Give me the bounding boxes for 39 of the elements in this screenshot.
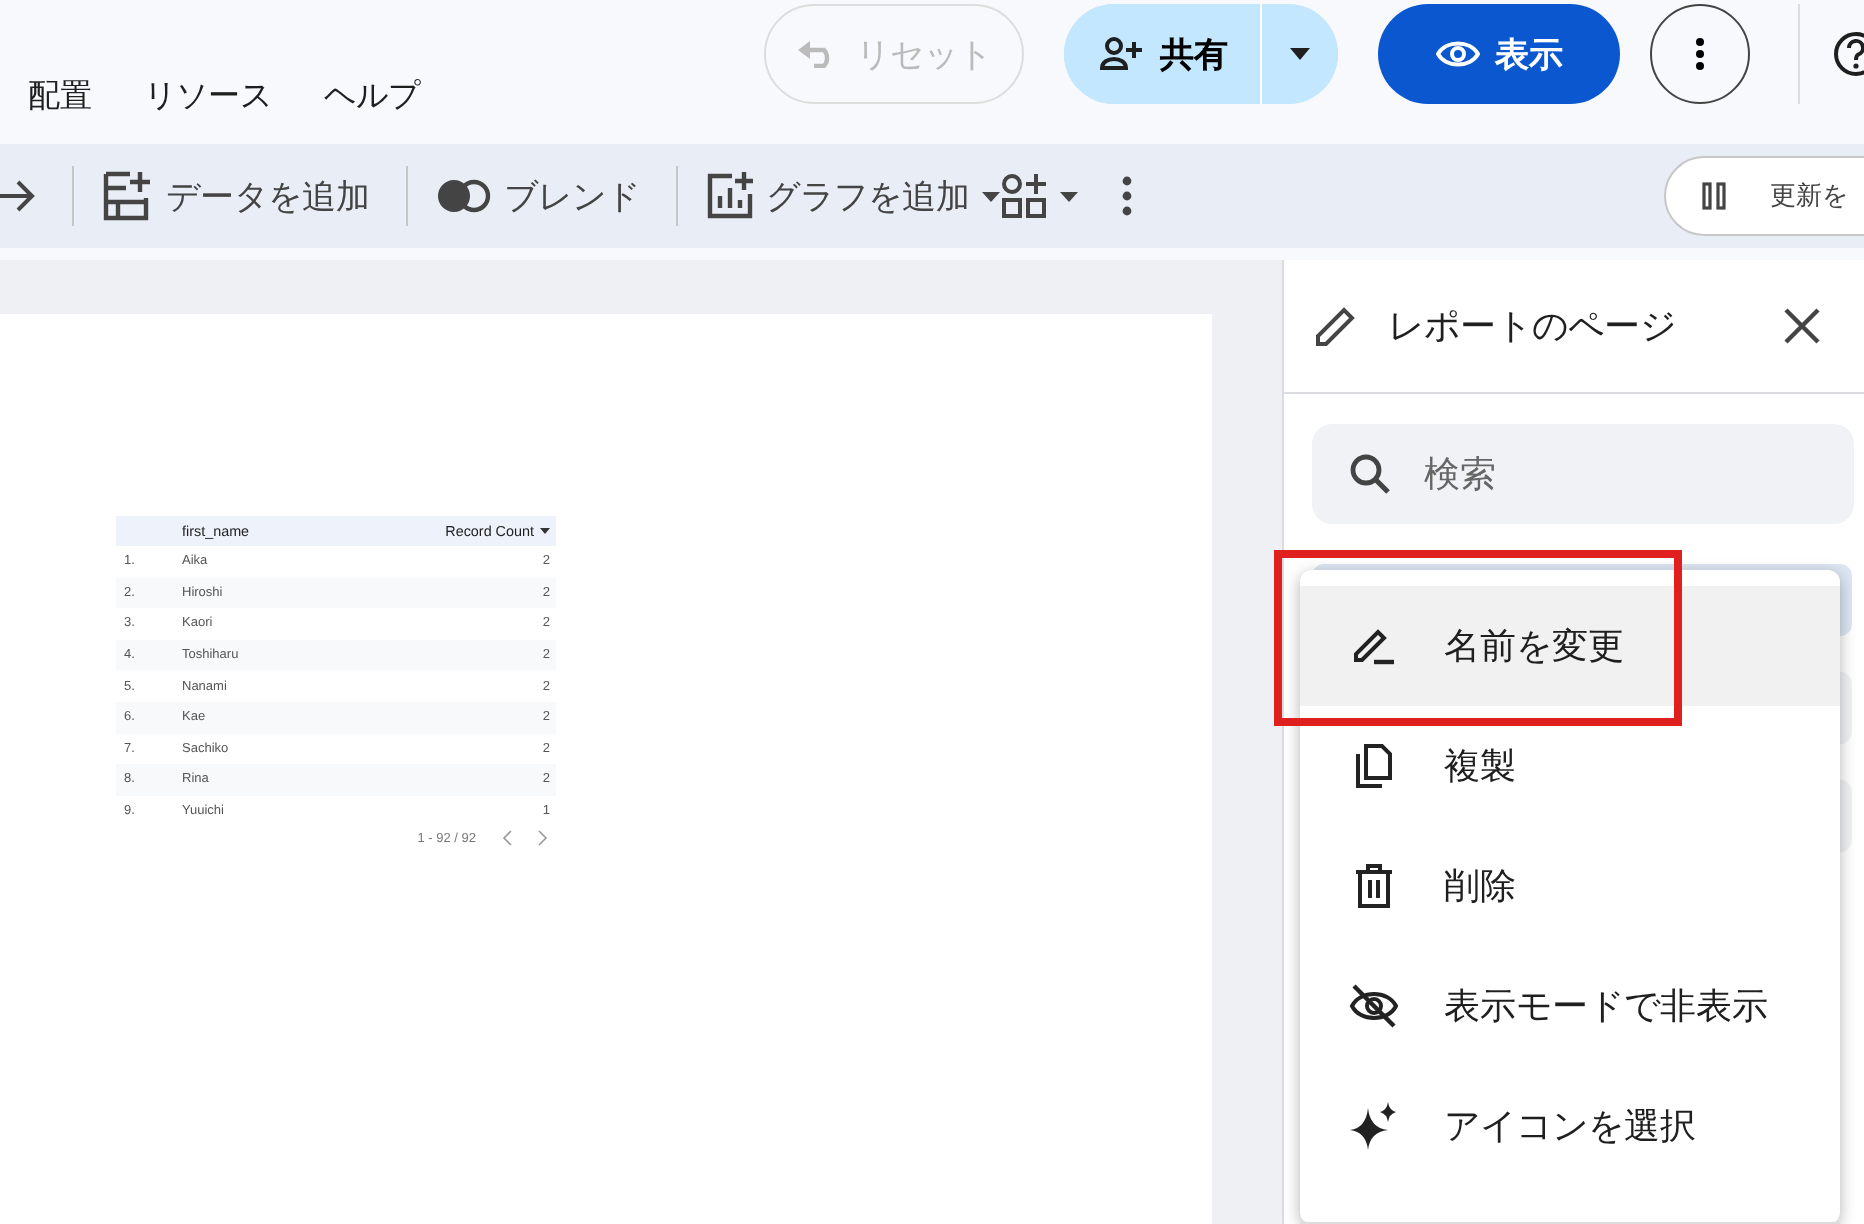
pencil-icon [1312, 302, 1360, 350]
sparkle-icon [1348, 1100, 1400, 1152]
add-person-icon [1100, 36, 1144, 72]
eye-icon [1435, 40, 1479, 68]
toolbar-button[interactable]: ブレンド [436, 173, 640, 219]
panel-title: レポートのページ [1388, 304, 1678, 350]
more-vertical-icon[interactable] [1122, 176, 1132, 216]
blend-icon [436, 176, 492, 216]
add-chart-icon [706, 172, 754, 220]
toolbar-button[interactable]: グラフを追加 [706, 172, 1000, 220]
sort-icon [540, 528, 550, 534]
chevron-left-icon[interactable] [502, 830, 512, 847]
close-icon[interactable] [1784, 308, 1820, 344]
shapes-icon [1000, 172, 1048, 220]
menu-item[interactable]: 削除 [1300, 826, 1840, 946]
add-data-icon [102, 170, 154, 222]
caret-icon [1290, 48, 1310, 60]
caret-icon [1060, 191, 1078, 201]
more-button[interactable] [1650, 4, 1750, 104]
add-component-button[interactable] [1000, 172, 1078, 220]
chevron-right-icon[interactable] [538, 830, 548, 847]
menu-item[interactable]: アイコンを選択 [1300, 1066, 1840, 1186]
toolbar-button[interactable]: データを追加 [102, 170, 370, 222]
caret-icon [982, 191, 1000, 201]
menu-item[interactable]: 表示モードで非表示 [1300, 946, 1840, 1066]
search-icon [1348, 452, 1392, 496]
menu-item[interactable]: 複製 [1300, 706, 1840, 826]
menu-item[interactable]: ヘルプ [324, 76, 420, 118]
menu-item[interactable]: 配置 [28, 76, 92, 118]
eye-slash-icon [1348, 984, 1400, 1028]
search-field[interactable]: 検索 [1312, 424, 1854, 524]
edit-icon [1348, 624, 1400, 668]
refresh-button[interactable]: 更新を [1664, 156, 1864, 236]
arrow-right-icon[interactable] [0, 180, 36, 212]
pause-icon [1702, 182, 1726, 210]
more-vertical-icon [1696, 38, 1704, 70]
view-button[interactable]: 表示 [1378, 4, 1620, 104]
menu-item[interactable]: 名前を変更 [1300, 586, 1840, 706]
menu-item[interactable]: リソース [144, 76, 272, 118]
